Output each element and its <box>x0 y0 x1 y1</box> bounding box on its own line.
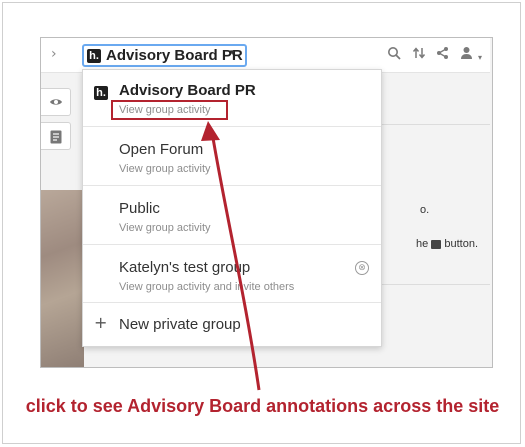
arrow-annotation <box>201 121 261 391</box>
annotation-caption: click to see Advisory Board annotations … <box>25 396 500 416</box>
